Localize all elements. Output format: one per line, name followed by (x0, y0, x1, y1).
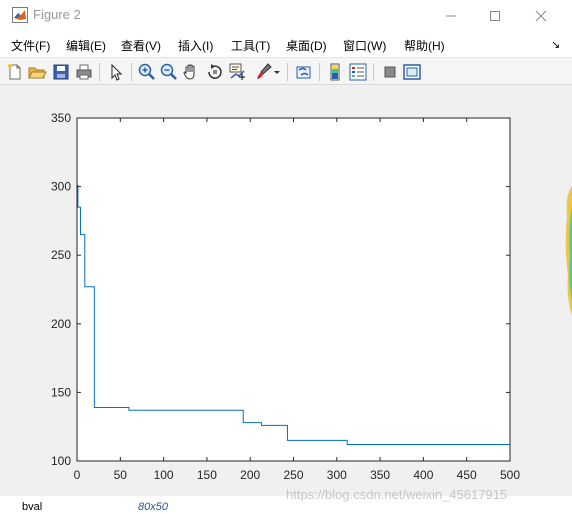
y-tick-label: 150 (51, 385, 71, 399)
y-tick-label: 300 (51, 180, 71, 194)
menu-window[interactable]: 窗口(W) (343, 37, 386, 54)
menu-desktop[interactable]: 桌面(D) (286, 37, 327, 54)
menu-help[interactable]: 帮助(H) (404, 37, 445, 54)
y-tick-label: 250 (51, 248, 71, 262)
new-figure-icon[interactable] (5, 62, 25, 82)
x-tick-label: 300 (327, 468, 347, 482)
toolbar-separator (373, 63, 374, 81)
rotate-3d-icon[interactable] (205, 62, 225, 82)
hide-plot-tools-icon[interactable] (380, 62, 400, 82)
brush-icon[interactable] (253, 62, 273, 82)
save-icon[interactable] (51, 62, 71, 82)
link-plot-icon[interactable] (294, 62, 314, 82)
variable-name: bval (22, 501, 43, 513)
toolbar-separator (99, 63, 100, 81)
x-tick-label: 50 (114, 468, 128, 482)
menu-tools[interactable]: 工具(T) (231, 37, 270, 54)
y-tick-label: 200 (51, 317, 71, 331)
toolbar-separator (131, 63, 132, 81)
watermark-text: https://blog.csdn.net/weixin_45617915 (286, 487, 508, 502)
plot-area (77, 118, 510, 461)
title-bar: Figure 2 (0, 0, 572, 31)
figure-window: Figure 2 文件(F) 编辑(E) 查看(V) 插入(I) 工具(T) 桌… (0, 0, 572, 514)
x-tick-label: 350 (370, 468, 390, 482)
print-icon[interactable] (74, 62, 94, 82)
minimize-icon (446, 15, 456, 16)
variable-size: 80x50 (138, 501, 168, 513)
zoom-out-icon[interactable] (159, 62, 179, 82)
toolbar-separator (287, 63, 288, 81)
background-surface-plot-edge (565, 186, 572, 316)
select-pointer-icon[interactable] (106, 62, 126, 82)
x-tick-label: 150 (197, 468, 217, 482)
x-tick-label: 400 (413, 468, 433, 482)
x-tick-label: 0 (74, 468, 81, 482)
maximize-icon (490, 10, 500, 21)
x-tick-label: 250 (283, 468, 303, 482)
open-file-icon[interactable] (27, 62, 47, 82)
zoom-in-icon[interactable] (137, 62, 157, 82)
data-cursor-icon[interactable] (228, 62, 248, 82)
menu-view[interactable]: 查看(V) (121, 37, 161, 54)
menu-insert[interactable]: 插入(I) (178, 37, 213, 54)
show-plot-tools-icon[interactable] (402, 62, 422, 82)
y-tick-label: 100 (51, 454, 71, 468)
maximize-button[interactable] (472, 0, 518, 31)
close-icon (535, 10, 547, 21)
menu-edit[interactable]: 编辑(E) (66, 37, 106, 54)
line-plot[interactable]: 0 50 100 150 200 250 300 350 400 450 500 100 150 200 2… (0, 86, 572, 496)
legend-icon[interactable] (348, 62, 368, 82)
x-tick-label: 100 (154, 468, 174, 482)
x-tick-label: 450 (457, 468, 477, 482)
dock-arrow-icon[interactable]: ↘ (551, 38, 560, 51)
y-tick-label: 350 (51, 111, 71, 125)
x-tick-label: 200 (240, 468, 260, 482)
window-title: Figure 2 (33, 7, 81, 22)
dropdown-arrow-icon[interactable] (272, 62, 282, 82)
figure-toolbar (0, 57, 572, 85)
minimize-button[interactable] (428, 0, 474, 31)
figure-canvas: 0 50 100 150 200 250 300 350 400 450 500 100 150 200 2… (0, 86, 572, 496)
matlab-logo-icon (12, 7, 28, 23)
pan-hand-icon[interactable] (181, 62, 201, 82)
menu-file[interactable]: 文件(F) (11, 37, 50, 54)
colorbar-icon[interactable] (325, 62, 345, 82)
close-button[interactable] (518, 0, 564, 31)
menu-bar: 文件(F) 编辑(E) 查看(V) 插入(I) 工具(T) 桌面(D) 窗口(W… (0, 31, 572, 57)
toolbar-separator (319, 63, 320, 81)
x-tick-label: 500 (500, 468, 520, 482)
